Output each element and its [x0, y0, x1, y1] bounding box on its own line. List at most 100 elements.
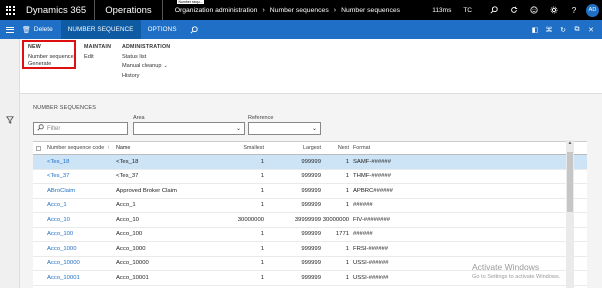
- help-icon[interactable]: ?: [564, 0, 584, 20]
- filter-input[interactable]: Filter: [33, 122, 128, 135]
- column-header-largest[interactable]: Largest: [265, 142, 321, 154]
- cell-name: Acco_1: [116, 202, 136, 209]
- row-checkbox[interactable]: [36, 155, 44, 169]
- cell-format: USSI-######: [353, 260, 389, 267]
- column-header-name[interactable]: Name: [116, 142, 206, 154]
- section-title: NUMBER SEQUENCES: [33, 105, 97, 111]
- gear-icon[interactable]: [544, 0, 564, 20]
- refresh-icon[interactable]: ↻: [556, 26, 570, 34]
- table-row[interactable]: Acco_10 Acco_10 30000000 39999999 30000000 FI…: [33, 213, 587, 228]
- module-title[interactable]: Operations: [95, 0, 163, 20]
- manual-cleanup-button[interactable]: Manual cleanup ⌄: [122, 63, 170, 69]
- action-pane-ribbon: NEW Number sequence Generate MAINTAIN Ed…: [20, 39, 602, 94]
- table-row[interactable]: ABroClaim Approved Broker Claim 1 999999 1 AP…: [33, 184, 587, 199]
- close-icon[interactable]: ✕: [584, 26, 598, 34]
- cell-format: FIV-########: [353, 216, 391, 223]
- column-header-format[interactable]: Format: [353, 142, 413, 154]
- breadcrumb-item[interactable]: Number sequences: [270, 7, 329, 14]
- search-icon[interactable]: [484, 0, 504, 20]
- ribbon-group-maintain: MAINTAIN Edit: [84, 44, 111, 60]
- cell-name: <Tes_18: [116, 158, 139, 165]
- refresh-icon[interactable]: [504, 0, 524, 20]
- cell-code[interactable]: Acco_1: [47, 199, 117, 213]
- cell-next: 1: [345, 158, 349, 165]
- cell-code[interactable]: Acco_10: [47, 213, 117, 227]
- search-icon[interactable]: [184, 20, 204, 39]
- open-new-window-icon[interactable]: ⧉: [570, 26, 584, 34]
- cell-code[interactable]: <Tes_37: [47, 170, 117, 184]
- column-header-code[interactable]: Number sequence code ↑: [47, 142, 117, 154]
- scrollbar-thumb[interactable]: [567, 152, 573, 212]
- sort-up-icon: ↑: [107, 145, 110, 151]
- row-checkbox[interactable]: [36, 199, 44, 213]
- office-icon[interactable]: ◧: [528, 26, 542, 34]
- cell-code[interactable]: Acco_1000: [47, 242, 117, 256]
- feedback-icon[interactable]: [524, 0, 544, 20]
- table-row[interactable]: <Tes_37 <Tes_37 1 999999 1 THMF-######: [33, 170, 587, 184]
- row-checkbox[interactable]: [36, 213, 44, 227]
- table-row[interactable]: <Tes_18 <Tes_18 1 999999 1 SAMF-######: [33, 155, 587, 170]
- status-list-button[interactable]: Status list: [122, 54, 170, 60]
- cell-code[interactable]: <Tes_18: [47, 155, 117, 169]
- row-checkbox[interactable]: [36, 170, 44, 184]
- column-header-next[interactable]: Next: [322, 142, 349, 154]
- table-row[interactable]: Acco_1000 Acco_1000 1 999999 1 FRSI-######: [33, 242, 587, 257]
- vertical-scrollbar[interactable]: ▲: [566, 140, 574, 288]
- cell-code[interactable]: Acco_10000: [47, 257, 117, 271]
- cell-format: ######: [353, 202, 373, 209]
- select-all-checkbox[interactable]: [36, 142, 44, 154]
- nav-menu-icon[interactable]: [0, 20, 20, 39]
- brand-title[interactable]: Dynamics 365: [20, 0, 96, 20]
- cell-name: Acco_100: [116, 231, 143, 238]
- manual-cleanup-label: Manual cleanup: [122, 63, 162, 69]
- cell-next: 1: [345, 202, 349, 209]
- cell-format: APBRC######: [353, 187, 393, 194]
- group-title-maintain: MAINTAIN: [84, 44, 112, 50]
- row-checkbox[interactable]: [36, 271, 44, 285]
- group-title-administration: ADMINISTRATION: [122, 44, 171, 50]
- cell-format: FRSI-######: [353, 245, 389, 252]
- cell-name: <Tes_37: [116, 173, 139, 180]
- area-select[interactable]: ⌄: [133, 122, 245, 135]
- row-checkbox[interactable]: [36, 184, 44, 198]
- cell-code[interactable]: Acco_10001: [47, 271, 117, 285]
- cell-largest: 39999999: [294, 216, 321, 223]
- cell-code[interactable]: ABroClaim: [47, 184, 117, 198]
- avatar[interactable]: AD: [586, 3, 599, 17]
- cell-format: ######: [353, 231, 373, 238]
- top-navigation-bar: Dynamics 365 Operations Organization adm…: [0, 0, 602, 20]
- cell-smallest: 1: [260, 173, 264, 180]
- tooltip: Number sequ...: [177, 0, 204, 4]
- company-picker[interactable]: TC: [463, 7, 472, 14]
- cell-largest: 999999: [301, 260, 321, 267]
- chevron-down-icon: ⌄: [311, 126, 317, 132]
- cell-code[interactable]: Acco_100: [47, 228, 117, 242]
- app-launcher-icon[interactable]: [0, 0, 20, 20]
- cell-format: THMF-######: [353, 173, 391, 180]
- cell-smallest: 30000000: [237, 216, 264, 223]
- cell-smallest: 1: [260, 260, 264, 267]
- reference-select[interactable]: ⌄: [248, 122, 321, 135]
- cell-smallest: 1: [260, 187, 264, 194]
- row-checkbox[interactable]: [36, 257, 44, 271]
- tab-options[interactable]: OPTIONS: [141, 20, 184, 39]
- filter-icon[interactable]: [6, 116, 14, 126]
- row-checkbox[interactable]: [36, 228, 44, 242]
- row-checkbox[interactable]: [36, 242, 44, 256]
- table-row[interactable]: Acco_100 Acco_100 1 999999 1771 ######: [33, 228, 587, 242]
- cell-largest: 999999: [301, 158, 321, 165]
- attach-icon[interactable]: ⌘: [542, 26, 556, 34]
- cell-name: Acco_10000: [116, 260, 149, 267]
- delete-button[interactable]: 🗑 Delete: [20, 20, 61, 39]
- cell-smallest: 1: [260, 202, 264, 209]
- breadcrumb-item[interactable]: Number sequences: [341, 7, 400, 14]
- table-row[interactable]: Acco_1 Acco_1 1 999999 1 ######: [33, 199, 587, 213]
- action-pane-tabs: 🗑 Delete NUMBER SEQUENCE OPTIONS ◧ ⌘ ↻ ⧉…: [0, 20, 602, 39]
- history-button[interactable]: History: [122, 73, 170, 79]
- tab-number-sequence[interactable]: NUMBER SEQUENCE: [60, 20, 141, 39]
- cell-next: 1: [345, 187, 349, 194]
- breadcrumb-item[interactable]: Organization administration: [175, 7, 258, 14]
- column-header-smallest[interactable]: Smallest: [208, 142, 264, 154]
- scroll-up-icon[interactable]: ▲: [566, 140, 574, 148]
- edit-button[interactable]: Edit: [84, 54, 111, 60]
